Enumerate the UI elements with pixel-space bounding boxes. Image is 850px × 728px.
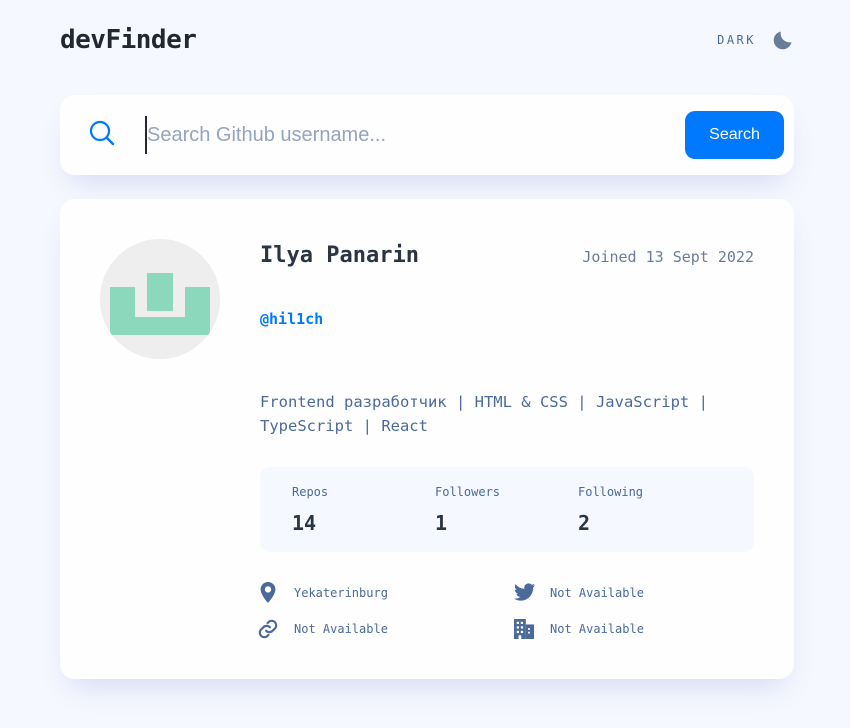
- search-button[interactable]: Search: [685, 111, 784, 159]
- moon-icon[interactable]: [772, 29, 794, 51]
- app-logo: devFinder: [60, 25, 197, 55]
- company-building-icon: [514, 619, 534, 639]
- stats-panel: Repos 14 Followers 1 Following 2: [260, 467, 754, 552]
- stat-following: Following 2: [578, 485, 643, 535]
- info-twitter: Not Available: [514, 582, 734, 604]
- twitter-text: Not Available: [550, 586, 644, 600]
- stat-repos: Repos 14: [292, 485, 328, 535]
- header: devFinder DARK: [60, 22, 794, 58]
- link-icon: [258, 619, 278, 639]
- stat-label: Repos: [292, 485, 329, 499]
- stat-value: 2: [578, 511, 591, 535]
- info-location: Yekaterinburg: [258, 582, 478, 604]
- profile-bio: Frontend разработчик | HTML & CSS | Java…: [260, 393, 708, 435]
- stat-followers: Followers 1: [435, 485, 500, 535]
- blog-text: Not Available: [294, 622, 388, 636]
- info-blog: Not Available: [258, 618, 478, 640]
- location-text: Yekaterinburg: [294, 586, 388, 600]
- company-text: Not Available: [550, 622, 644, 636]
- joined-date: Joined 13 Sept 2022: [582, 248, 754, 266]
- stat-value: 14: [292, 511, 317, 535]
- info-company: Not Available: [514, 618, 734, 640]
- search-input[interactable]: [145, 116, 665, 154]
- avatar: [100, 239, 220, 359]
- location-pin-icon: [260, 582, 276, 603]
- profile-name: Ilya Panarin: [260, 243, 419, 268]
- stat-label: Following: [578, 485, 644, 499]
- theme-toggle-label[interactable]: DARK: [717, 33, 756, 47]
- profile-login-link[interactable]: @hil1ch: [260, 310, 323, 328]
- stat-value: 1: [435, 511, 448, 535]
- search-icon: [89, 120, 115, 146]
- theme-toggle[interactable]: DARK: [717, 29, 794, 51]
- stat-label: Followers: [435, 485, 501, 499]
- twitter-icon: [514, 583, 536, 601]
